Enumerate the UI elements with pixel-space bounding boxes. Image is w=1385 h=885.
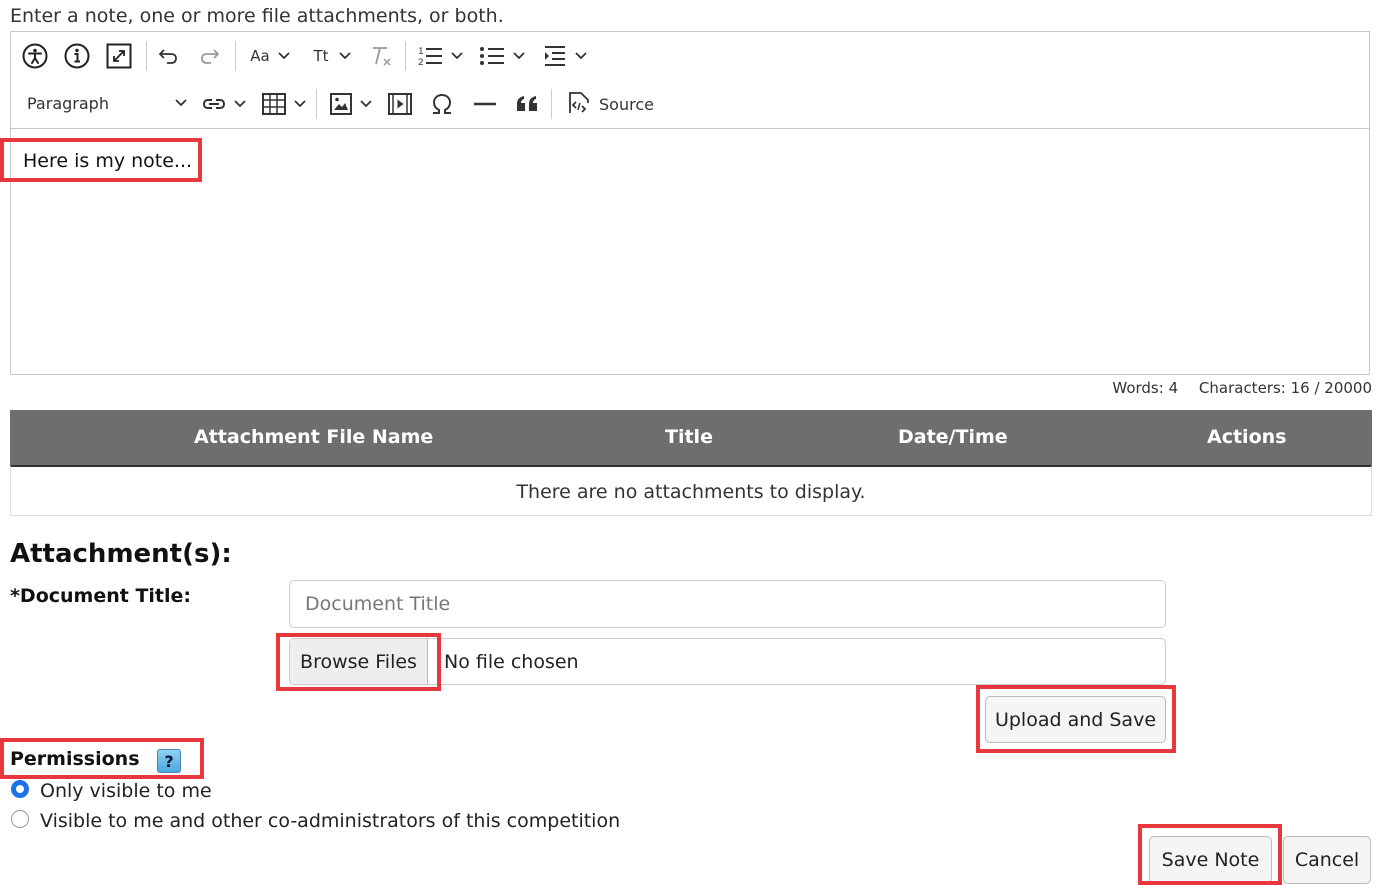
link-icon <box>202 99 226 109</box>
info-icon[interactable] <box>63 42 91 70</box>
undo-icon[interactable] <box>156 44 180 68</box>
link-dropdown[interactable] <box>200 91 248 117</box>
fullscreen-icon[interactable] <box>105 42 133 70</box>
chevron-down-icon <box>575 52 587 60</box>
media-icon[interactable] <box>387 91 413 117</box>
instructions-text: Enter a note, one or more file attachmen… <box>10 5 504 27</box>
toolbar-separator <box>316 89 317 119</box>
bulleted-list-dropdown[interactable] <box>477 43 527 69</box>
upload-and-save-button[interactable]: Upload and Save <box>985 696 1166 743</box>
accessibility-icon[interactable] <box>21 42 49 70</box>
redo-icon[interactable] <box>198 44 222 68</box>
toolbar-separator <box>235 41 236 71</box>
document-title-input[interactable]: Document Title <box>289 580 1166 628</box>
column-header[interactable]: Title <box>665 426 713 448</box>
chevron-down-icon <box>338 52 351 60</box>
special-characters-icon[interactable] <box>429 91 455 117</box>
source-icon <box>569 92 589 113</box>
numbered-list-icon: 12 <box>418 47 442 68</box>
font-family-icon: Aa <box>250 47 270 65</box>
permissions-label: Permissions <box>10 748 140 770</box>
radio-only-me[interactable] <box>11 780 29 798</box>
bulleted-list-icon <box>480 47 504 65</box>
toolbar-separator <box>551 89 552 119</box>
editor-toolbar: Aa Tt 12 Paragraph Source <box>11 32 1369 129</box>
font-size-icon: Tt <box>313 47 329 65</box>
attachments-heading: Attachment(s): <box>10 539 232 569</box>
document-title-label: *Document Title: <box>10 585 192 607</box>
toolbar-separator <box>405 41 406 71</box>
character-count: Characters: 16 / 20000 <box>1198 379 1372 397</box>
source-button[interactable]: Source <box>567 90 667 118</box>
editor-content[interactable]: Here is my note... <box>23 150 192 172</box>
paragraph-dropdown[interactable]: Paragraph <box>27 91 187 115</box>
svg-text:2: 2 <box>418 58 424 68</box>
horizontal-line-icon[interactable] <box>472 91 498 117</box>
chevron-down-icon <box>175 99 187 107</box>
font-family-dropdown[interactable]: Aa <box>247 44 293 68</box>
svg-text:1: 1 <box>418 47 424 57</box>
radio-co-admins-label[interactable]: Visible to me and other co-administrator… <box>40 810 620 832</box>
help-icon[interactable]: ? <box>157 749 181 773</box>
image-icon <box>330 93 352 115</box>
table-dropdown[interactable] <box>260 91 308 117</box>
table-empty-message: There are no attachments to display. <box>10 465 1372 516</box>
table-header: Attachment File Name Title Date/Time Act… <box>10 410 1372 465</box>
column-header[interactable]: Attachment File Name <box>194 426 433 448</box>
attachments-table: Attachment File Name Title Date/Time Act… <box>10 410 1372 516</box>
numbered-list-dropdown[interactable]: 12 <box>415 43 465 69</box>
paragraph-label: Paragraph <box>27 93 109 113</box>
word-count: Words: 4 <box>1112 379 1179 397</box>
editor-counts: Words: 4 Characters: 16 / 20000 <box>1096 379 1372 397</box>
column-header[interactable]: Date/Time <box>898 426 1008 448</box>
font-size-dropdown[interactable]: Tt <box>309 44 355 68</box>
chevron-down-icon <box>234 100 246 108</box>
rich-text-editor: Aa Tt 12 Paragraph Source Here is my not… <box>10 31 1370 375</box>
cancel-button[interactable]: Cancel <box>1283 836 1371 884</box>
remove-format-icon[interactable] <box>368 43 394 69</box>
no-file-text: No file chosen <box>444 651 579 673</box>
save-note-button[interactable]: Save Note <box>1149 836 1272 884</box>
radio-co-admins[interactable] <box>11 810 29 828</box>
chevron-down-icon <box>278 52 290 60</box>
chevron-down-icon <box>294 100 306 108</box>
browse-files-button[interactable]: Browse Files <box>290 639 428 684</box>
indent-dropdown[interactable] <box>541 43 589 69</box>
image-dropdown[interactable] <box>327 91 375 117</box>
indent-icon <box>545 46 565 66</box>
toolbar-separator <box>146 41 147 71</box>
column-header: Actions <box>1207 426 1287 448</box>
table-icon <box>262 93 286 115</box>
blockquote-icon[interactable] <box>514 91 540 117</box>
chevron-down-icon <box>360 100 372 108</box>
chevron-down-icon <box>513 52 525 60</box>
radio-only-me-label[interactable]: Only visible to me <box>40 780 212 802</box>
source-label: Source <box>599 94 654 114</box>
chevron-down-icon <box>451 52 463 60</box>
